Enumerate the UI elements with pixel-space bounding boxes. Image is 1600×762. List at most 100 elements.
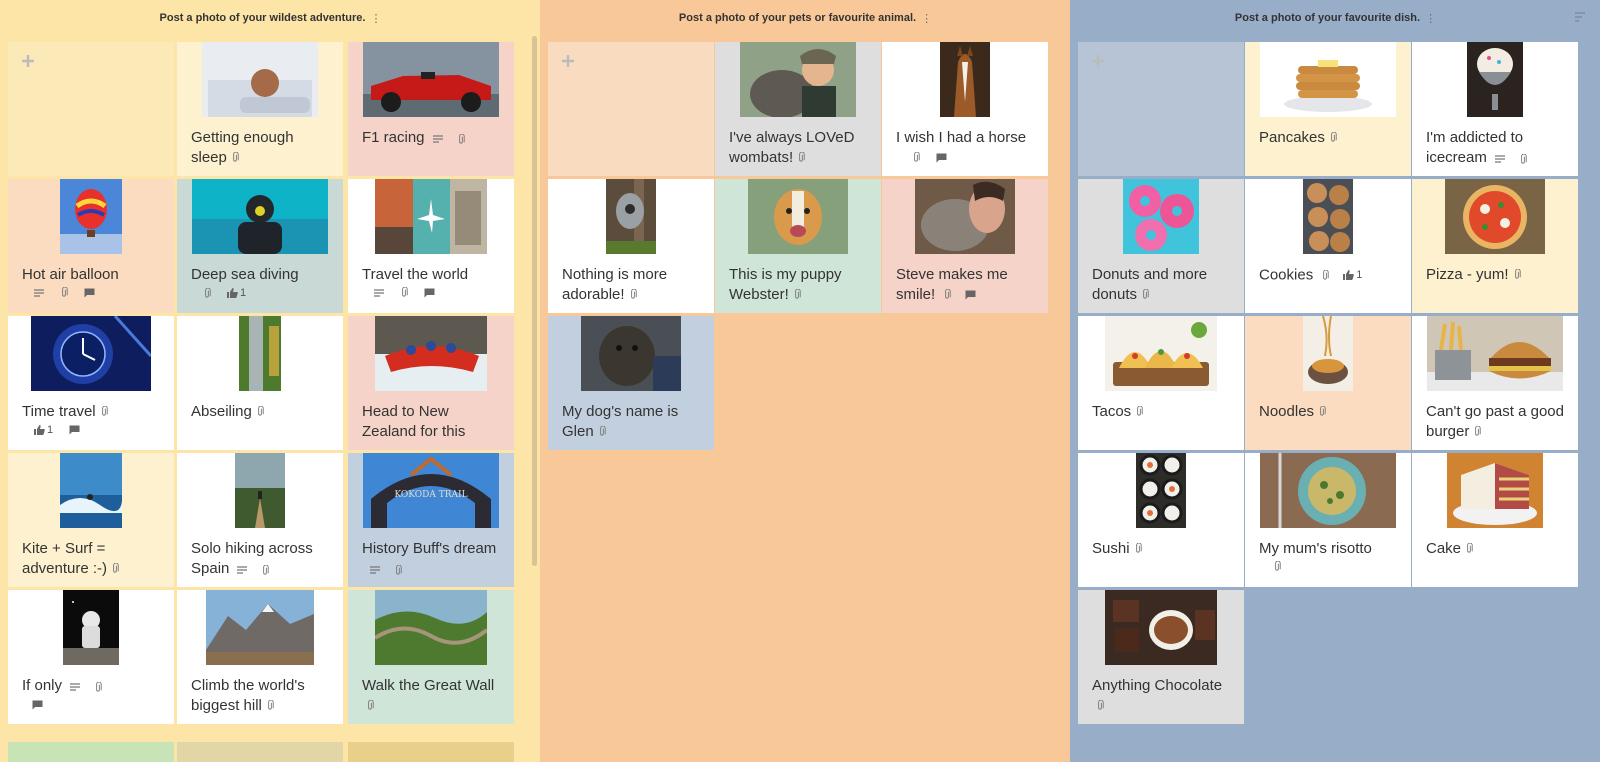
card-image — [1303, 316, 1353, 391]
card-image — [940, 42, 990, 117]
card[interactable]: Getting enough sleep — [177, 42, 343, 176]
card-image — [1467, 42, 1523, 117]
description-icon — [237, 566, 247, 574]
card[interactable]: Can't go past a good burger — [1412, 316, 1578, 450]
description-icon — [433, 135, 443, 143]
card[interactable]: Pancakes — [1245, 42, 1411, 176]
card[interactable]: Cookies 1 — [1245, 179, 1411, 313]
card-image — [375, 590, 487, 665]
card[interactable]: Steve makes me smile! — [882, 179, 1048, 313]
card-title: Climb the world's biggest hill — [191, 677, 305, 714]
card-title: If only — [22, 677, 63, 694]
card[interactable]: Time travel 1 — [8, 316, 174, 450]
card-image — [363, 42, 499, 117]
comment-icon[interactable] — [32, 700, 43, 710]
card[interactable]: Travel the world — [348, 179, 514, 313]
card-image — [31, 316, 151, 391]
attachment-icon — [1318, 406, 1326, 417]
column-adventure: Post a photo of your wildest adventure. … — [0, 0, 540, 762]
attachment-icon — [1513, 269, 1521, 280]
attachment-icon — [94, 682, 102, 693]
card[interactable]: KOKODA TRAIL History Buff's dream — [348, 453, 514, 587]
card[interactable]: Head to New Zealand for this — [348, 316, 514, 450]
comment-icon[interactable] — [69, 425, 80, 435]
like-button[interactable]: 1 — [1343, 265, 1362, 285]
attachment-icon — [1096, 700, 1104, 711]
attachment-icon — [912, 152, 920, 163]
card-image — [60, 453, 122, 528]
card[interactable]: Tacos — [1078, 316, 1244, 450]
card-title: F1 racing — [362, 129, 425, 146]
card[interactable]: Solo hiking across Spain — [177, 453, 343, 587]
card[interactable]: Donuts and more donuts — [1078, 179, 1244, 313]
add-card-button[interactable] — [1078, 42, 1244, 176]
card[interactable]: This is my puppy Webster! — [715, 179, 881, 313]
attachment-icon — [1273, 561, 1281, 572]
card[interactable]: Climb the world's biggest hill — [177, 590, 343, 724]
card[interactable]: Cake — [1412, 453, 1578, 587]
attachment-icon — [266, 700, 274, 711]
card-image — [63, 590, 119, 665]
card-title: This is my puppy Webster! — [729, 266, 842, 303]
attachment-icon — [1134, 543, 1142, 554]
card[interactable]: Abseiling — [177, 316, 343, 450]
add-card-button[interactable] — [8, 42, 174, 176]
like-button[interactable]: 1 — [34, 424, 53, 436]
attachment-icon — [1135, 406, 1143, 417]
comment-icon[interactable] — [936, 153, 947, 163]
thumbs-up-icon — [1343, 270, 1354, 280]
card-image — [239, 316, 281, 391]
attachment-icon — [797, 152, 805, 163]
card[interactable]: Deep sea diving 1 — [177, 179, 343, 313]
sort-icon[interactable] — [1574, 11, 1586, 23]
card[interactable] — [8, 742, 174, 762]
card-title: Nothing is more adorable! — [562, 266, 668, 303]
column-menu-icon[interactable]: ⋮ — [1425, 12, 1436, 25]
card[interactable] — [177, 742, 343, 762]
card[interactable]: I'm addicted to icecream — [1412, 42, 1578, 176]
card[interactable]: Hot air balloon — [8, 179, 174, 313]
card[interactable]: F1 racing — [348, 42, 514, 176]
card[interactable]: If only — [8, 590, 174, 724]
card[interactable]: Pizza - yum! — [1412, 179, 1578, 313]
card[interactable]: My mum's risotto — [1245, 453, 1411, 587]
comment-icon[interactable] — [424, 288, 435, 298]
board: Post a photo of your wildest adventure. … — [0, 0, 1600, 762]
card[interactable]: Walk the Great Wall — [348, 590, 514, 724]
card[interactable]: I've always LOVeD wombats! — [715, 42, 881, 176]
column-menu-icon[interactable]: ⋮ — [370, 12, 381, 25]
card[interactable]: Noodles — [1245, 316, 1411, 450]
card-title: Abseiling — [191, 403, 252, 420]
card-title: Kite + Surf = adventure :-) — [22, 540, 108, 577]
card[interactable]: Kite + Surf = adventure :-) — [8, 453, 174, 587]
attachment-icon — [598, 426, 606, 437]
card-image — [748, 179, 848, 254]
column-menu-icon[interactable]: ⋮ — [921, 12, 932, 25]
card[interactable]: I wish I had a horse — [882, 42, 1048, 176]
comment-icon[interactable] — [84, 288, 95, 298]
attachment-icon — [400, 287, 408, 298]
card-image — [1136, 453, 1186, 528]
card-title: History Buff's dream — [362, 540, 497, 557]
card[interactable]: Anything Chocolate — [1078, 590, 1244, 724]
card[interactable] — [348, 742, 514, 762]
description-icon — [374, 289, 384, 297]
card-title: Walk the Great Wall — [362, 677, 495, 694]
card[interactable]: Nothing is more adorable! — [548, 179, 714, 313]
column-header: Post a photo of your pets or favourite a… — [540, 0, 1070, 36]
card-image — [206, 590, 314, 665]
like-count: 1 — [47, 424, 54, 436]
attachment-icon — [60, 287, 68, 298]
like-button[interactable]: 1 — [227, 287, 246, 299]
comment-icon[interactable] — [965, 290, 976, 300]
attachment-icon — [457, 134, 465, 145]
card[interactable]: My dog's name is Glen — [548, 316, 714, 450]
card-image — [375, 316, 487, 391]
card-image — [581, 316, 681, 391]
card[interactable]: Sushi — [1078, 453, 1244, 587]
add-card-button[interactable] — [548, 42, 714, 176]
plus-icon — [21, 54, 35, 68]
card-title: Cookies — [1259, 266, 1314, 284]
column-scrollbar[interactable] — [532, 36, 537, 566]
like-count: 1 — [1356, 269, 1363, 281]
